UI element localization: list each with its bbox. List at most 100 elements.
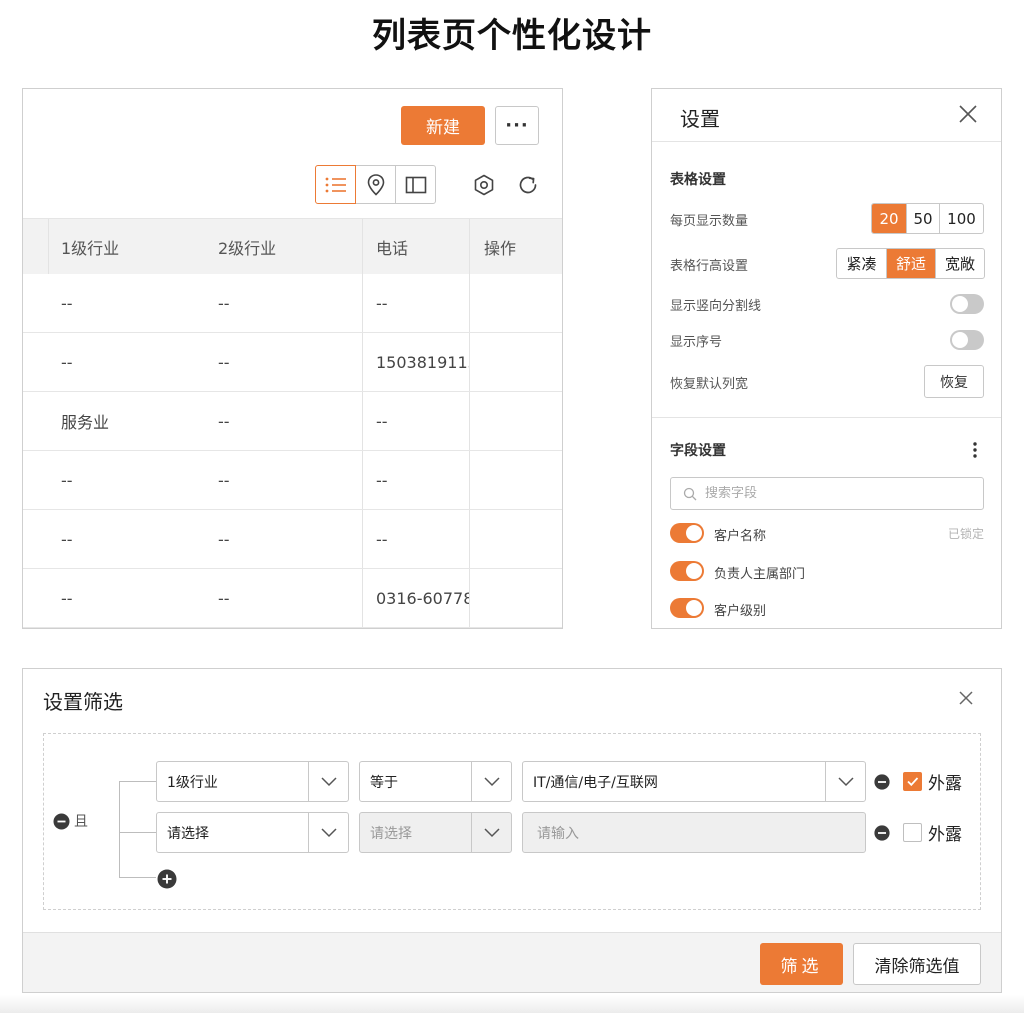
field-label: 客户名称 [714,529,767,544]
filter-title: 设置筛选 [43,690,123,714]
condition-field-select[interactable]: 1级行业 [156,761,349,802]
table-cell: -- [61,529,73,549]
refresh-icon [519,176,537,194]
search-icon [683,487,697,500]
table-cell: -- [218,588,230,608]
field-visibility-toggle[interactable] [670,598,704,618]
table-cell: -- [61,352,73,372]
chevron-down-icon [483,776,500,786]
filter-panel: 设置筛选 且 1级行业 等于 IT/通信/电子/互联网 外露 请选择 请选择 请… [22,668,1002,993]
table-cell: -- [61,470,73,490]
apply-filter-button[interactable]: 筛选 [760,943,843,985]
field-visibility-toggle[interactable] [670,561,704,581]
column-header[interactable]: 1级行业 [61,219,211,274]
vertical-lines-toggle[interactable] [950,294,984,314]
chevron-down-icon [837,776,854,786]
more-button[interactable]: ··· [495,106,539,145]
filter-footer: 筛选 清除筛选值 [23,932,1001,992]
expose-checkbox[interactable] [903,772,922,791]
expose-label: 外露 [928,825,962,845]
close-icon[interactable] [957,689,975,707]
list-view-icon [325,177,346,192]
column-header[interactable]: 操作 [484,219,562,274]
logic-label: 且 [74,814,88,830]
data-table: 1级行业 2级行业 电话 操作 -- -- -- -- -- 15038191139 服务业… [23,218,562,628]
page-size-option[interactable]: 50 [906,204,939,233]
view-switcher [315,165,436,204]
field-item: 客户级别 [670,598,984,620]
table-cell: 服务业 [61,413,110,432]
split-view-button[interactable] [395,165,436,204]
condition-field-select[interactable]: 请选择 [156,812,349,853]
more-vertical-icon[interactable] [970,441,980,459]
row-height-option[interactable]: 紧凑 [837,249,886,278]
table-cell [484,274,562,332]
row-height-option[interactable]: 宽敞 [935,249,984,278]
field-visibility-toggle[interactable] [670,523,704,543]
table-cell: -- [218,470,230,490]
table-row[interactable]: -- -- -- [23,510,562,569]
expose-label: 外露 [928,774,962,794]
field-search-input[interactable] [705,486,955,501]
column-header[interactable]: 2级行业 [218,219,358,274]
settings-panel: 设置 表格设置 每页显示数量 20 50 100 表格行高设置 紧凑 舒适 宽敞… [651,88,1002,629]
condition-operator-select[interactable]: 请选择 [359,812,512,853]
table-cell [484,569,562,627]
table-row[interactable]: -- -- 0316-6077888 [23,569,562,628]
table-cell: 15038191139 [376,352,469,372]
map-view-button[interactable] [355,165,396,204]
expose-checkbox[interactable] [903,823,922,842]
close-icon[interactable] [957,103,979,125]
column-header[interactable]: 电话 [376,219,466,274]
table-row[interactable]: -- -- 15038191139 [23,333,562,392]
logic-toggle[interactable]: 且 [53,811,88,831]
chevron-down-icon [320,827,337,837]
clear-filter-button[interactable]: 清除筛选值 [853,943,981,985]
table-cell: -- [218,411,230,431]
table-cell: -- [61,588,73,608]
remove-condition-icon[interactable] [874,774,890,790]
list-panel: 新建 ··· 1级行业 2级行业 电话 操作 -- -- -- -- -- 15… [22,88,563,629]
table-cell: -- [376,529,388,549]
table-cell [484,333,562,391]
refresh-button[interactable] [515,172,541,198]
condition-value-input[interactable]: 请输入 [522,812,866,853]
chevron-down-icon [483,827,500,837]
page-bottom-shadow [0,995,1024,1013]
list-view-button[interactable] [315,165,356,204]
field-label: 负责人主属部门 [714,567,806,582]
table-cell: 0316-6077888 [376,588,469,608]
settings-button[interactable] [471,172,497,198]
table-cell: -- [376,470,388,490]
new-button[interactable]: 新建 [401,106,485,145]
settings-title: 设置 [680,107,720,131]
locked-badge: 已锁定 [947,527,984,541]
page-size-label: 每页显示数量 [670,214,749,229]
add-condition-icon[interactable] [157,869,177,889]
vertical-lines-label: 显示竖向分割线 [670,299,762,314]
page-size-option[interactable]: 100 [939,204,983,233]
page-size-option[interactable]: 20 [872,204,906,233]
table-settings-title: 表格设置 [670,172,726,188]
field-item: 客户名称 已锁定 [670,523,984,545]
page-size-selector: 20 50 100 [871,203,984,234]
restore-button[interactable]: 恢复 [924,365,984,398]
check-icon [907,777,919,787]
table-row[interactable]: -- -- -- [23,451,562,510]
remove-condition-icon[interactable] [874,825,890,841]
table-row[interactable]: 服务业 -- -- [23,392,562,451]
row-height-label: 表格行高设置 [670,259,749,274]
table-cell: -- [218,529,230,549]
field-search [670,477,984,510]
table-cell: -- [376,293,388,313]
condition-value-select[interactable]: IT/通信/电子/互联网 [522,761,866,802]
table-cell: -- [376,411,388,431]
row-number-toggle[interactable] [950,330,984,350]
remove-group-icon[interactable] [53,813,70,830]
condition-operator-select[interactable]: 等于 [359,761,512,802]
section-divider [652,417,1001,418]
table-row[interactable]: -- -- -- [23,274,562,333]
restore-width-label: 恢复默认列宽 [670,377,749,392]
row-height-option[interactable]: 舒适 [886,249,935,278]
field-item: 负责人主属部门 [670,561,984,583]
